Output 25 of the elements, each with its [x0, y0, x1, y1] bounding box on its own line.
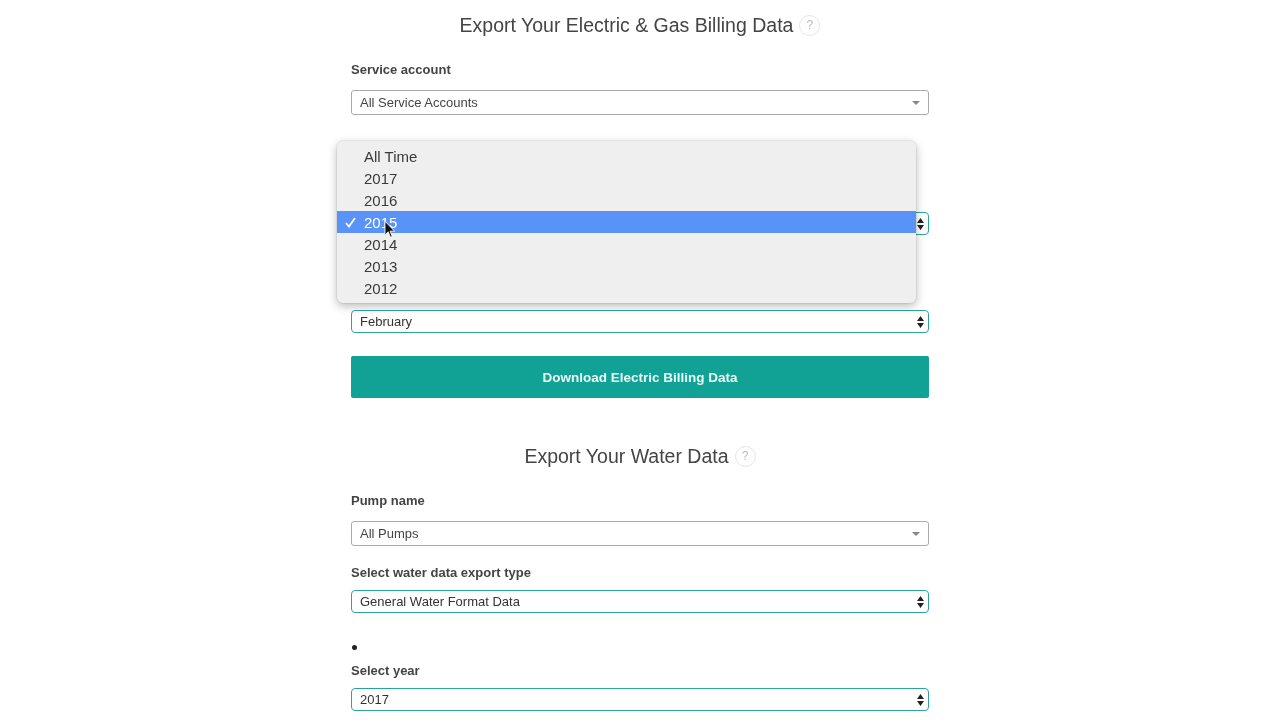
- check-icon: [345, 216, 356, 228]
- menu-option[interactable]: 2016: [337, 189, 916, 211]
- field-label: Service account: [351, 61, 452, 79]
- field-label: Select year: [351, 662, 421, 680]
- menu-option[interactable]: 2013: [337, 255, 916, 277]
- dropdown-field[interactable]: All Service Accounts: [351, 90, 929, 115]
- up-down-arrows-icon: [917, 217, 924, 230]
- section-title: Export Your Electric & Gas Billing Data: [459, 13, 794, 38]
- select-field[interactable]: 2017: [351, 688, 929, 711]
- caret-icon: [912, 531, 920, 536]
- up-down-arrows-icon: [917, 595, 924, 608]
- menu-option[interactable]: 2012: [337, 277, 916, 299]
- bullet-icon: [352, 645, 357, 650]
- field-label: Pump name: [351, 492, 426, 510]
- up-down-arrows-icon: [917, 693, 924, 706]
- section-title: Export Your Water Data: [524, 444, 729, 469]
- select-field[interactable]: General Water Format Data: [351, 590, 929, 613]
- menu-option[interactable]: 2014: [337, 233, 916, 255]
- caret-icon: [912, 100, 920, 105]
- menu-option[interactable]: 2017: [337, 167, 916, 189]
- field-label: Select water data export type: [351, 564, 532, 582]
- dropdown-field[interactable]: All Pumps: [351, 521, 929, 546]
- up-down-arrows-icon: [917, 315, 924, 328]
- select-field[interactable]: February: [351, 310, 929, 333]
- menu-option[interactable]: All Time: [337, 145, 916, 167]
